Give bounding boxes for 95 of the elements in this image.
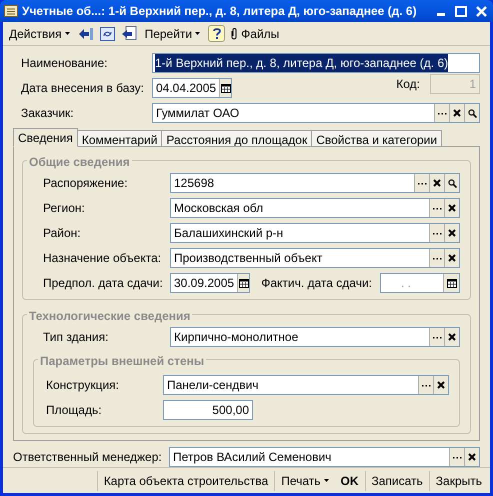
select-button[interactable] <box>434 104 449 122</box>
search-icon <box>448 178 456 188</box>
ellipsis-icon <box>432 336 442 338</box>
field-label: Дата внесения в базу: <box>21 80 145 97</box>
calendar-button[interactable] <box>219 79 231 97</box>
input-field[interactable]: Балашихинский р-н <box>170 223 460 243</box>
files-button[interactable]: Файлы <box>231 24 280 42</box>
arrow-left-icon[interactable] <box>78 26 94 40</box>
field-label: Заказчик: <box>21 105 75 122</box>
menu-button[interactable]: Перейти <box>142 24 202 42</box>
input-field[interactable]: Панели-сендвич <box>163 375 449 395</box>
close-icon <box>448 204 456 212</box>
select-button[interactable] <box>429 328 444 346</box>
ellipsis-icon <box>418 182 426 184</box>
ellipsis-icon <box>432 206 442 210</box>
help-icon[interactable] <box>208 25 226 42</box>
input-field[interactable]: 1-й Верхний пер., д. 8, литера Д, юго-западнее (д. 6) <box>152 53 480 73</box>
field-label: Наименование: <box>21 55 109 72</box>
close-icon <box>476 6 486 16</box>
clear-button[interactable] <box>444 249 459 267</box>
clear-button[interactable] <box>429 174 444 192</box>
input-field[interactable]: Кирпично-монолитное <box>170 327 460 347</box>
select-button[interactable] <box>449 448 464 466</box>
form-icon <box>4 5 18 17</box>
close-icon <box>453 109 461 117</box>
close-button[interactable] <box>473 3 489 19</box>
calendar-button[interactable] <box>443 274 459 292</box>
close-icon <box>448 254 456 262</box>
input-field[interactable]: Производственный объект <box>170 248 460 268</box>
field-label: Распоряжение: <box>43 175 129 192</box>
field-label: Площадь: <box>46 402 103 419</box>
ellipsis-icon <box>422 384 430 386</box>
caret-icon <box>195 32 200 35</box>
tab[interactable]: Расстояния до площадок <box>161 130 312 147</box>
ellipsis-icon <box>438 112 446 114</box>
close-icon <box>448 229 456 237</box>
input-field[interactable]: Петров ВАсилий Семенович <box>169 447 480 467</box>
clear-button[interactable] <box>464 448 479 466</box>
search-button[interactable] <box>444 174 459 192</box>
select-button[interactable] <box>414 174 429 192</box>
maximize-icon <box>455 6 467 16</box>
clear-button[interactable] <box>444 224 459 242</box>
input-field[interactable]: 125698 <box>170 173 460 193</box>
menu-button[interactable]: Действия <box>7 24 72 42</box>
tab[interactable]: Сведения <box>13 128 78 147</box>
search-icon <box>468 108 476 118</box>
ok-button[interactable]: OK <box>334 470 364 490</box>
close-icon <box>468 453 476 461</box>
print-button[interactable]: Печать <box>274 470 334 490</box>
clear-button[interactable] <box>444 199 459 217</box>
select-button[interactable] <box>429 249 444 267</box>
field-label: Предпол. дата сдачи: <box>43 275 164 292</box>
close-icon <box>433 179 441 187</box>
date-field[interactable]: 30.09.2005 <box>170 273 250 293</box>
document-arrow-icon[interactable] <box>120 26 137 41</box>
clear-button[interactable] <box>433 376 448 394</box>
caret-icon <box>324 479 328 482</box>
field-label: Район: <box>43 225 82 242</box>
maximize-button[interactable] <box>453 3 469 19</box>
field-label: Назначение объекта: <box>43 250 162 267</box>
tab[interactable]: Свойства и категории <box>311 130 442 147</box>
field-label: Ответственный менеджер: <box>13 449 163 466</box>
refresh-icon[interactable] <box>100 26 115 40</box>
ellipsis-icon <box>432 232 442 234</box>
date-field[interactable]: 04.04.2005 <box>152 78 232 98</box>
paperclip-icon <box>231 27 238 40</box>
field-label: Фактич. дата сдачи: <box>261 275 372 292</box>
select-button[interactable] <box>429 199 444 217</box>
calendar-icon <box>446 278 456 288</box>
input-field[interactable]: 500,00 <box>163 400 253 420</box>
window-title: Учетные об...: 1-й Верхний пер., д. 8, литера Д, юго-западнее (д. 6) <box>22 3 418 20</box>
clear-button[interactable] <box>449 104 464 122</box>
field-label: Конструкция: <box>46 377 120 394</box>
ellipsis-icon <box>452 456 462 458</box>
calendar-button[interactable] <box>237 274 249 292</box>
close-icon <box>437 381 445 389</box>
calendar-icon <box>220 84 231 92</box>
field-label: Тип здания: <box>43 329 110 346</box>
minimize-icon <box>437 13 445 16</box>
clear-button[interactable] <box>444 328 459 346</box>
calendar-icon <box>238 278 249 288</box>
select-button[interactable] <box>429 224 444 242</box>
input-field[interactable]: Гуммилат ОАО <box>152 103 480 123</box>
footer-button[interactable]: Карта объекта строительства <box>96 470 274 490</box>
footer-button[interactable]: Записать <box>364 470 429 490</box>
caret-icon <box>64 32 70 35</box>
ellipsis-icon <box>432 256 442 260</box>
close-icon <box>448 333 456 341</box>
select-button[interactable] <box>418 376 433 394</box>
tab[interactable]: Комментарий <box>76 130 162 147</box>
field-label: Регион: <box>43 200 86 217</box>
footer-button[interactable]: Закрыть <box>428 470 488 490</box>
field-label: Код: <box>396 76 420 93</box>
search-button[interactable] <box>464 104 479 122</box>
input-field[interactable]: Московская обл <box>170 198 460 218</box>
